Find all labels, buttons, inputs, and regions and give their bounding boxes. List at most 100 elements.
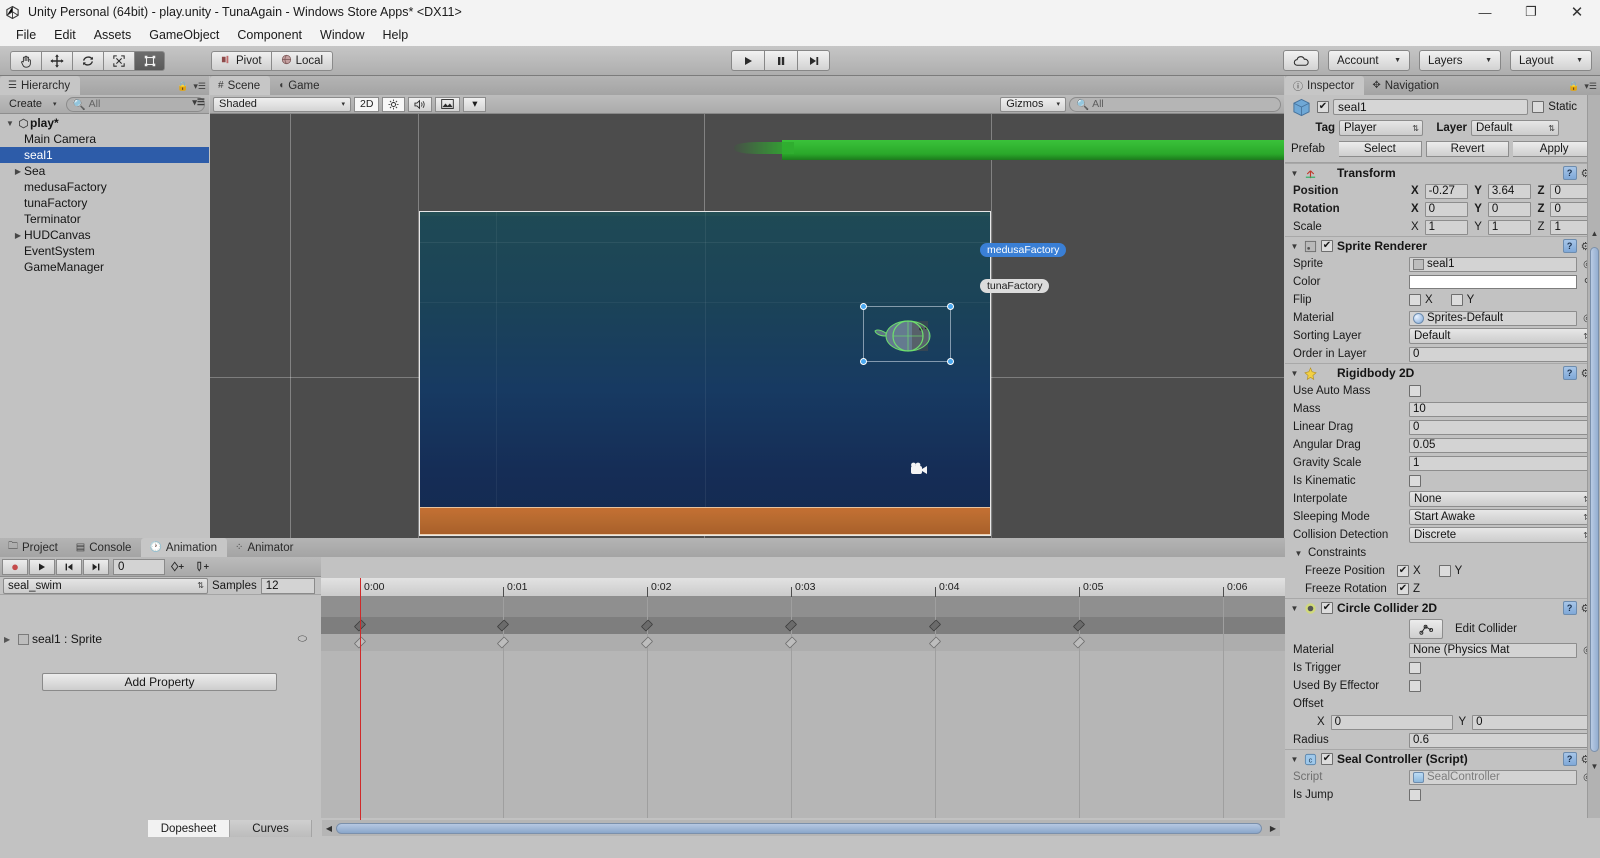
add-property-button[interactable]: Add Property <box>42 673 277 691</box>
field-x[interactable]: 0 <box>1330 714 1453 730</box>
tab-game[interactable]: ◖ Game <box>270 76 329 95</box>
hierarchy-item-terminator[interactable]: Terminator <box>0 211 209 227</box>
move-tool-icon[interactable] <box>41 50 72 71</box>
chevron-down-icon[interactable]: ▼ <box>1289 242 1300 251</box>
effects-icon[interactable] <box>435 96 461 112</box>
effects-dropdown-arrow[interactable]: ▾ <box>463 96 487 112</box>
freeze-x-checkbox[interactable] <box>1397 565 1409 577</box>
component-enabled-checkbox[interactable] <box>1321 602 1333 614</box>
add-event-icon[interactable] <box>191 559 215 575</box>
menu-help[interactable]: Help <box>373 24 417 46</box>
scroll-left-arrow-icon[interactable]: ◀ <box>322 821 336 835</box>
menu-window[interactable]: Window <box>311 24 373 46</box>
tab-dopesheet[interactable]: Dopesheet <box>148 820 230 837</box>
lock-icon[interactable]: 🔒 <box>177 81 188 92</box>
property-dropdown[interactable]: Default⇅ <box>1409 328 1594 344</box>
create-dropdown[interactable]: Create ▾ <box>4 97 62 112</box>
field-x[interactable]: 1 <box>1424 219 1469 235</box>
scroll-down-arrow-icon[interactable]: ▼ <box>1588 760 1600 773</box>
chevron-right-icon[interactable]: ▶ <box>4 635 15 644</box>
chevron-down-icon[interactable]: ▼ <box>1289 169 1300 178</box>
timeline-scroll-thumb[interactable] <box>336 822 1262 834</box>
property-checkbox[interactable] <box>1409 680 1421 692</box>
tab-curves[interactable]: Curves <box>230 820 312 837</box>
hierarchy-item-eventsystem[interactable]: EventSystem <box>0 243 209 259</box>
rotate-tool-icon[interactable] <box>72 50 103 71</box>
component-header-transform[interactable]: ▼Transform?⚙▾ <box>1285 163 1600 182</box>
tab-scene[interactable]: # Scene <box>210 76 271 95</box>
property-value-input[interactable]: 10 <box>1409 401 1594 417</box>
tab-console[interactable]: ▤ Console <box>68 538 142 557</box>
minimize-button[interactable]: — <box>1462 0 1508 24</box>
field-y[interactable]: 0 <box>1472 714 1594 730</box>
field-y[interactable]: 0 <box>1487 201 1532 217</box>
hierarchy-item-seal1[interactable]: seal1 <box>0 147 209 163</box>
component-header-sprite-renderer[interactable]: ▼Sprite Renderer?⚙▾ <box>1285 236 1600 255</box>
playhead[interactable] <box>360 578 361 858</box>
samples-input[interactable]: 12 <box>260 577 315 594</box>
layer-dropdown[interactable]: Default ⇅ <box>1471 120 1559 136</box>
prefab-select-button[interactable]: Select <box>1339 141 1422 157</box>
tab-navigation[interactable]: ✥ Navigation <box>1364 76 1449 95</box>
record-button[interactable]: ● <box>2 558 28 575</box>
chevron-right-icon[interactable]: ▶ <box>12 167 24 176</box>
color-swatch[interactable] <box>1409 275 1577 289</box>
property-checkbox[interactable] <box>1409 475 1421 487</box>
audio-icon[interactable] <box>408 96 433 112</box>
curve-toggle-icon[interactable]: ⬭ <box>298 633 307 646</box>
inspector-scroll-thumb[interactable] <box>1590 247 1599 752</box>
object-field[interactable]: seal1 <box>1409 256 1577 272</box>
resize-handle-bl[interactable] <box>860 358 867 365</box>
current-frame-input[interactable]: 0 <box>113 558 165 575</box>
tab-project[interactable]: 🗀 Project <box>0 538 68 557</box>
component-header-seal-controller-script[interactable]: ▼cSeal Controller (Script)?⚙▾ <box>1285 749 1600 768</box>
hierarchy-item-gamemanager[interactable]: GameManager <box>0 259 209 275</box>
scroll-right-arrow-icon[interactable]: ▶ <box>1266 821 1280 835</box>
next-keyframe-button[interactable] <box>83 558 109 575</box>
clip-dropdown[interactable]: seal_swim ⇅ <box>3 577 208 594</box>
shading-mode-dropdown[interactable]: Shaded ▾ <box>213 96 351 112</box>
inspector-scrollbar[interactable]: ▲ ▼ <box>1587 95 1600 818</box>
menu-gameobject[interactable]: GameObject <box>140 24 228 46</box>
hand-tool-icon[interactable] <box>10 50 41 71</box>
add-keyframe-icon[interactable] <box>166 559 190 575</box>
chevron-down-icon[interactable]: ▼ <box>1289 604 1300 613</box>
resize-handle-br[interactable] <box>947 358 954 365</box>
chevron-down-icon[interactable]: ▼ <box>1289 755 1300 764</box>
flip-y-checkbox[interactable] <box>1450 294 1463 306</box>
scroll-up-arrow-icon[interactable]: ▲ <box>1588 227 1600 240</box>
component-enabled-checkbox[interactable] <box>1321 753 1333 765</box>
help-icon[interactable]: ? <box>1562 752 1577 766</box>
scene-search-input[interactable]: 🔍 All <box>1069 96 1281 112</box>
cloud-services-button[interactable] <box>1283 50 1319 71</box>
hierarchy-item-tunafactory[interactable]: tunaFactory <box>0 195 209 211</box>
timeline-horizontal-scrollbar[interactable]: ◀ ▶ <box>322 820 1280 836</box>
field-y[interactable]: 3.64 <box>1487 183 1532 199</box>
play-button[interactable] <box>731 50 764 71</box>
gobj-label-medusafactory[interactable]: medusaFactory <box>980 243 1067 257</box>
tab-animation[interactable]: 🕐 Animation <box>141 538 228 557</box>
seal-selection-box[interactable] <box>860 303 954 365</box>
property-value-input[interactable]: 0 <box>1409 419 1594 435</box>
panel-menu-icon[interactable]: ▾☰ <box>193 81 206 92</box>
menu-component[interactable]: Component <box>228 24 311 46</box>
prefab-apply-button[interactable]: Apply <box>1513 141 1597 157</box>
maximize-button[interactable]: ❐ <box>1508 0 1554 24</box>
property-dropdown[interactable]: Discrete⇅ <box>1409 527 1594 543</box>
dopesheet-area[interactable]: 0:00 0:01 0:02 0:03 0:04 0:05 0:06 <box>321 578 1285 858</box>
prefab-revert-button[interactable]: Revert <box>1425 141 1510 157</box>
layout-dropdown[interactable]: Layout ▼ <box>1510 50 1592 71</box>
property-dropdown[interactable]: Start Awake⇅ <box>1409 509 1594 525</box>
tab-inspector[interactable]: ⓘ Inspector <box>1285 76 1365 95</box>
chevron-down-icon[interactable]: ▼ <box>1289 369 1300 378</box>
gameobject-name-input[interactable]: seal1 <box>1333 99 1529 115</box>
pivot-toggle[interactable]: Pivot <box>211 50 271 71</box>
help-icon[interactable]: ? <box>1562 366 1577 380</box>
property-value-input[interactable]: 0.05 <box>1409 437 1594 453</box>
help-icon[interactable]: ? <box>1562 166 1577 180</box>
panel-menu-icon[interactable]: ▾☰ <box>1584 81 1597 92</box>
tag-dropdown[interactable]: Player ⇅ <box>1339 120 1423 136</box>
field-x[interactable]: 0 <box>1424 201 1469 217</box>
hierarchy-search-input[interactable]: 🔍 All <box>65 96 205 112</box>
property-checkbox[interactable] <box>1409 385 1421 397</box>
